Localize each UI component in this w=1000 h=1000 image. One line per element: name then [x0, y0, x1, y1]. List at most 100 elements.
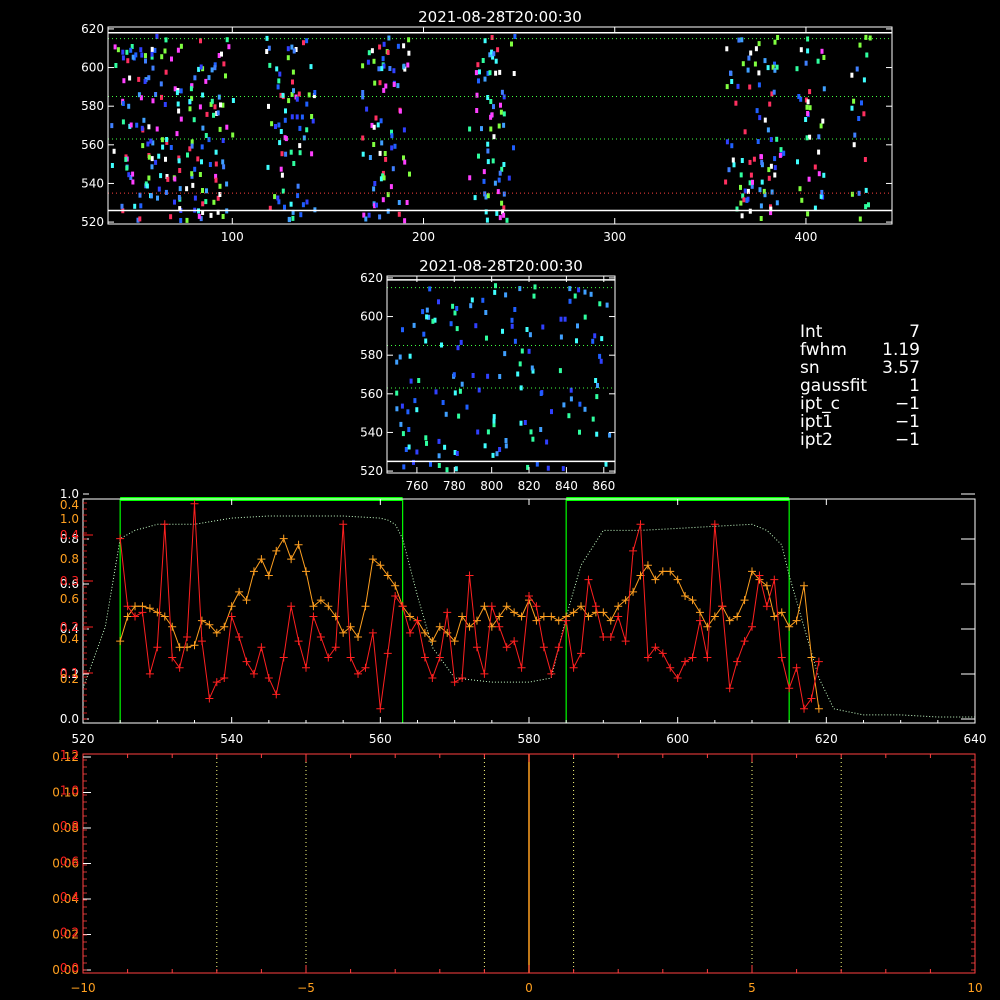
image-spot	[520, 348, 524, 354]
image-spot	[596, 383, 599, 388]
series-point-orange	[517, 612, 526, 621]
image-spot	[375, 202, 378, 208]
image-spot	[231, 98, 235, 103]
image-spot	[305, 199, 309, 205]
image-spot	[305, 101, 309, 107]
image-spot	[821, 118, 825, 124]
y-tick-label-orange: 0.6	[60, 592, 79, 606]
image-spot	[198, 172, 202, 177]
series-point-orange	[272, 546, 281, 555]
series-point-red	[770, 575, 779, 584]
image-spot	[437, 453, 441, 459]
image-spot	[497, 123, 501, 129]
image-spot	[459, 339, 463, 345]
image-spot	[299, 212, 303, 218]
y-tick-label: 580	[81, 99, 104, 113]
image-spot	[730, 143, 734, 149]
image-spot	[127, 103, 131, 109]
series-line-green	[82, 515, 975, 718]
image-spot	[277, 122, 281, 128]
image-spot	[591, 416, 595, 422]
image-spot	[284, 108, 287, 114]
image-spot	[532, 293, 536, 299]
image-spot	[773, 39, 777, 45]
image-spot	[429, 461, 432, 467]
image-spot	[491, 158, 495, 164]
x-tick-label: −5	[297, 981, 315, 995]
series-point-orange	[681, 592, 690, 600]
y-tick-label-red: 0.0	[60, 961, 79, 975]
image-spot	[529, 429, 533, 435]
image-spot	[221, 214, 225, 219]
image-spot	[492, 418, 496, 424]
series-point-red	[264, 674, 273, 682]
image-spot	[740, 213, 744, 219]
image-spot	[204, 133, 208, 138]
image-spot	[864, 204, 868, 210]
image-spot	[142, 117, 146, 123]
y-tick-label: 540	[81, 176, 104, 190]
image-spot	[504, 292, 508, 298]
image-spot	[455, 451, 459, 456]
image-spot	[855, 66, 859, 72]
image-spot	[159, 173, 163, 179]
image-spot	[116, 47, 120, 53]
x-tick-label: 520	[72, 732, 95, 746]
image-spot	[273, 194, 277, 200]
image-spot	[772, 89, 776, 95]
image-spot	[535, 461, 539, 467]
image-spot	[218, 183, 222, 189]
image-spot	[110, 123, 114, 129]
image-spot	[437, 438, 441, 444]
image-spot	[512, 145, 515, 151]
image-spot	[361, 90, 365, 95]
image-spot	[139, 203, 143, 209]
image-spot	[283, 117, 287, 123]
series-point-red	[480, 669, 489, 678]
image-spot	[817, 149, 821, 155]
x-tick-label: 10	[967, 981, 982, 995]
image-spot	[267, 103, 270, 109]
series-point-red	[606, 633, 615, 641]
image-spot	[286, 55, 290, 61]
image-spot	[401, 431, 405, 437]
image-spot	[305, 38, 309, 44]
image-spot	[539, 427, 543, 432]
image-spot	[770, 189, 774, 195]
image-spot	[381, 197, 385, 203]
info-value: 1.19	[882, 340, 920, 360]
image-spot	[402, 63, 406, 69]
image-spot	[727, 167, 731, 173]
series-point-orange	[116, 637, 125, 646]
image-spot	[413, 398, 417, 404]
y-tick-label: 520	[360, 464, 383, 478]
image-spot	[754, 46, 758, 52]
image-spot	[799, 47, 803, 53]
image-spot	[395, 390, 399, 396]
image-spot	[173, 199, 176, 205]
series-point-red	[785, 684, 794, 693]
image-spot	[151, 65, 155, 71]
image-spot	[214, 177, 218, 183]
image-spot	[492, 414, 496, 420]
series-point-red	[294, 637, 303, 646]
image-spot	[378, 80, 382, 86]
image-spot	[482, 169, 486, 175]
series-point-red	[807, 694, 816, 703]
series-point-red	[777, 653, 786, 662]
series-point-red	[629, 546, 638, 555]
image-spot	[422, 331, 426, 337]
series-point-orange	[777, 608, 786, 617]
image-spot	[197, 66, 201, 72]
image-spot	[519, 420, 523, 426]
image-spot	[393, 143, 397, 149]
image-spot	[573, 293, 577, 299]
image-spot	[265, 49, 269, 54]
series-point-red	[205, 694, 214, 703]
image-spot	[576, 323, 579, 329]
x-tick-label: 540	[220, 732, 243, 746]
image-spot	[292, 161, 296, 166]
image-spot	[468, 175, 472, 181]
image-spot	[121, 49, 125, 55]
image-spot	[499, 102, 502, 108]
